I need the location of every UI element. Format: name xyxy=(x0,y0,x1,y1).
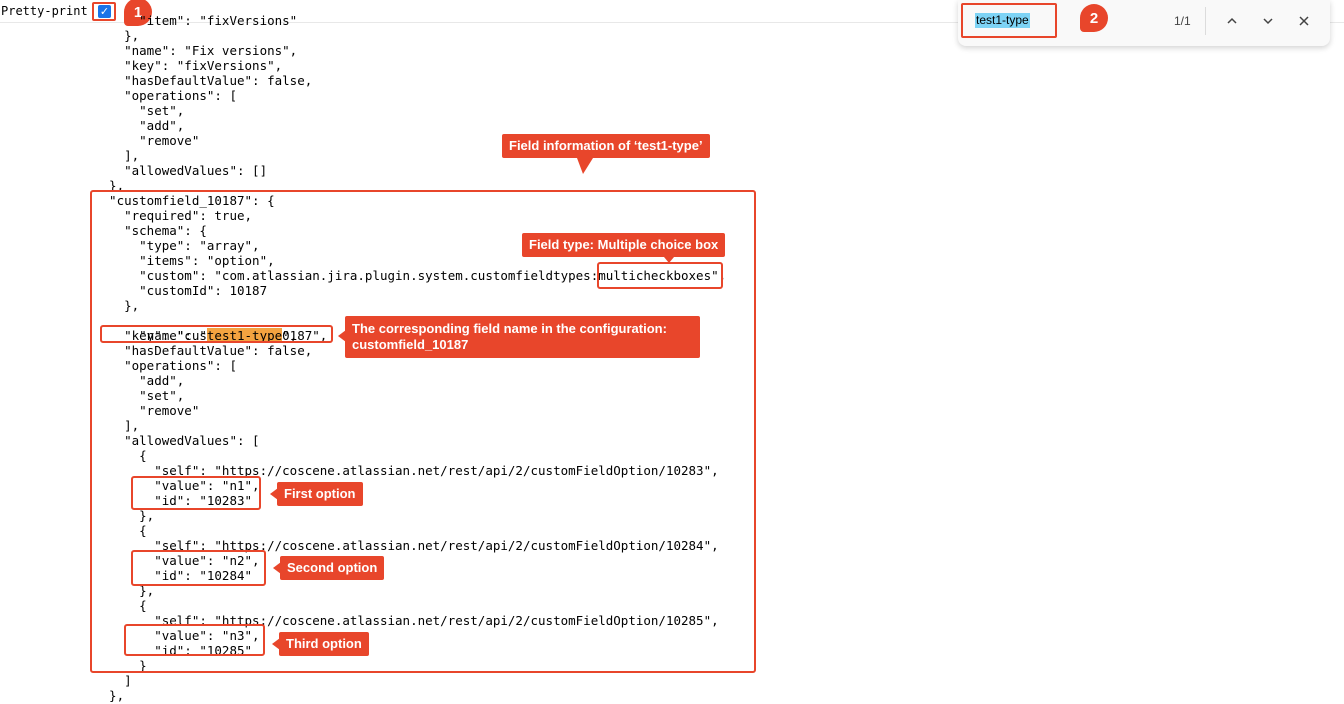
json-line: "set", xyxy=(94,103,185,118)
callout-third-option: Third option xyxy=(279,632,369,656)
find-input[interactable]: test1-type xyxy=(975,13,1030,28)
json-line: "operations": [ xyxy=(94,88,237,103)
json-line: "hasDefaultValue": false, xyxy=(94,73,313,88)
third-option-box xyxy=(124,624,265,656)
multicheckboxes-box xyxy=(597,262,723,289)
callout-field-type-pointer xyxy=(664,257,674,263)
json-line: "key": "fixVersions", xyxy=(94,58,283,73)
callout-second-option: Second option xyxy=(280,556,385,580)
json-line: "name": "Fix versions", xyxy=(94,43,298,58)
first-option-box xyxy=(131,476,261,510)
find-previous-button[interactable] xyxy=(1222,11,1242,31)
json-line: "item": "fixVersions" xyxy=(94,13,298,28)
find-match-count: 1/1 xyxy=(1174,14,1191,28)
json-line: ] xyxy=(94,673,132,688)
callout-field-type: Field type: Multiple choice box xyxy=(522,233,726,257)
second-option-box xyxy=(131,550,266,586)
callout-field-name: The corresponding field name in the conf… xyxy=(345,316,700,358)
callout-first-option: First option xyxy=(277,482,363,506)
chevron-up-icon xyxy=(1227,17,1237,24)
chevron-down-icon xyxy=(1263,18,1273,25)
step-badge-2: 2 xyxy=(1080,4,1108,32)
json-line: "remove" xyxy=(94,133,200,148)
find-separator xyxy=(1205,7,1206,35)
find-bar: test1-type 1/1 xyxy=(958,0,1330,46)
close-icon xyxy=(1299,16,1309,26)
json-line: "add", xyxy=(94,118,185,133)
json-line: "allowedValues": [] xyxy=(94,163,268,178)
find-close-button[interactable] xyxy=(1294,11,1314,31)
pretty-print-label: Pretty-print xyxy=(1,4,88,18)
json-line: }, xyxy=(94,28,140,43)
json-line: ], xyxy=(94,148,140,163)
json-line: }, xyxy=(94,688,125,703)
find-next-button[interactable] xyxy=(1258,11,1278,31)
callout-field-info-pointer xyxy=(577,158,593,174)
key-line-box xyxy=(100,325,333,343)
callout-field-info: Field information of ‘test1-type’ xyxy=(502,134,710,158)
